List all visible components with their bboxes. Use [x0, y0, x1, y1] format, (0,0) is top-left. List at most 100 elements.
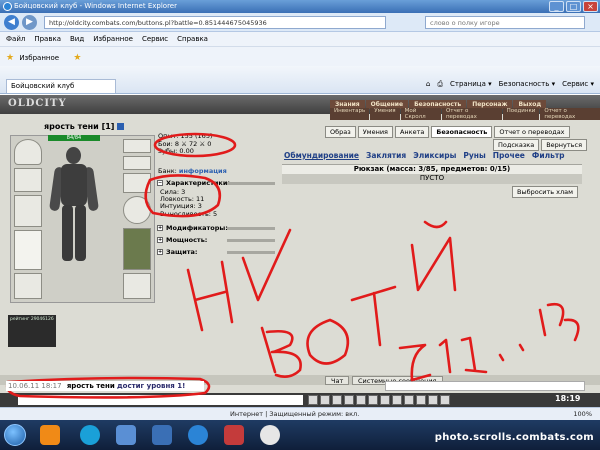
- cmd-safety[interactable]: Безопасность ▾: [499, 80, 555, 89]
- tab-spells[interactable]: Заклятия: [366, 151, 406, 163]
- chat-message-input[interactable]: [18, 395, 303, 405]
- armor-slot[interactable]: [14, 230, 42, 270]
- shield-slot[interactable]: [123, 196, 151, 224]
- earrings-slot[interactable]: [123, 139, 151, 153]
- return-button[interactable]: Вернуться: [541, 139, 588, 151]
- toolbar-icon[interactable]: [356, 395, 366, 405]
- toolbar-icon[interactable]: [368, 395, 378, 405]
- media-icon[interactable]: [260, 425, 280, 445]
- home-icon[interactable]: ⌂: [426, 80, 430, 89]
- section-modifiers[interactable]: + Модификаторы:: [157, 224, 275, 232]
- toolbar-icon[interactable]: [380, 395, 390, 405]
- bank-row: Банк: информация: [158, 167, 227, 175]
- taskbar-app-icon[interactable]: [40, 425, 60, 445]
- expand-icon[interactable]: +: [157, 249, 163, 255]
- chat-player-name[interactable]: ярость тени: [67, 382, 115, 390]
- nav2-transfers-2[interactable]: Отчет о переводах: [540, 108, 600, 120]
- favorites-star-icon[interactable]: ★: [6, 53, 14, 63]
- boots-slot[interactable]: [123, 273, 151, 299]
- game-header: OLDCITY Знания Общение Безопасность Перс…: [0, 95, 600, 120]
- section-characteristics-label: Характеристики:: [166, 179, 230, 187]
- ie-logo-icon: [3, 2, 12, 11]
- maximize-button[interactable]: □: [566, 1, 581, 12]
- section-power[interactable]: + Мощность:: [157, 236, 275, 244]
- favorites-button[interactable]: Избранное: [19, 54, 59, 62]
- tab-filter[interactable]: Фильтр: [532, 151, 565, 163]
- taskbar-app-icon[interactable]: [116, 425, 136, 445]
- tab-equipment[interactable]: Обмундирование: [284, 151, 359, 163]
- character-stats: Опыт: 155 (165) Бои: 8 ⚔ 72 ⚔ 0 Зубы: 0.…: [158, 132, 278, 156]
- search-input[interactable]: слово о полку игоре: [425, 16, 585, 29]
- add-favorite-icon[interactable]: ★: [73, 53, 81, 63]
- chat-time: 10.06.11 18:17: [8, 382, 62, 390]
- cmd-tools[interactable]: Сервис ▾: [562, 80, 594, 89]
- chat-log-line: 10.06.11 18:17 ярость тени достиг уровня…: [6, 381, 204, 391]
- toolbar-icon[interactable]: [440, 395, 450, 405]
- nav2-transfers[interactable]: Отчет о переводах: [441, 108, 502, 120]
- collapse-icon[interactable]: −: [157, 180, 163, 186]
- skype-icon[interactable]: [80, 425, 100, 445]
- menu-favorites[interactable]: Избранное: [93, 35, 133, 46]
- toolbar-icon[interactable]: [428, 395, 438, 405]
- ie-icon[interactable]: [188, 425, 208, 445]
- minimize-button[interactable]: _: [549, 1, 564, 12]
- nav2-battles[interactable]: Поединки: [502, 108, 540, 120]
- start-button[interactable]: [4, 424, 26, 446]
- profile-button[interactable]: Анкета: [394, 126, 430, 138]
- address-input[interactable]: http://oldcity.combats.com/buttons.pl?ba…: [44, 16, 386, 29]
- browser-tab[interactable]: Бойцовский клуб: [6, 79, 116, 93]
- print-icon[interactable]: ⎙: [437, 80, 443, 89]
- section-defense[interactable]: + Защита:: [157, 248, 275, 256]
- toolbar-icon[interactable]: [320, 395, 330, 405]
- tab-other[interactable]: Прочее: [493, 151, 525, 163]
- pants-slot[interactable]: [123, 228, 151, 270]
- toolbar-icon[interactable]: [308, 395, 318, 405]
- bracer-slot[interactable]: [14, 168, 42, 192]
- hint-button[interactable]: Подсказка: [493, 139, 540, 151]
- gloves-slot[interactable]: [14, 273, 42, 299]
- section-characteristics[interactable]: − Характеристики:: [157, 179, 275, 187]
- toolbar-icon[interactable]: [332, 395, 342, 405]
- close-button[interactable]: ×: [583, 1, 598, 12]
- weapon-slot[interactable]: [14, 195, 42, 227]
- ie-status-bar: Интернет | Защищенный режим: вкл. 100%: [0, 407, 600, 420]
- menu-edit[interactable]: Правка: [34, 35, 61, 46]
- necklace-slot[interactable]: [123, 156, 151, 170]
- nav2-scroll[interactable]: Мой Скролл: [400, 108, 441, 120]
- bank-info-link[interactable]: информация: [179, 167, 227, 175]
- menu-tools[interactable]: Сервис: [142, 35, 168, 46]
- nav2-inventory[interactable]: Инвентарь: [330, 108, 370, 120]
- tab-chat[interactable]: Чат: [325, 376, 350, 385]
- transfer-report-button[interactable]: Отчет о переводах: [494, 126, 570, 138]
- nav2-skills[interactable]: Умения: [370, 108, 400, 120]
- menu-file[interactable]: Файл: [6, 35, 25, 46]
- expand-icon[interactable]: +: [157, 225, 163, 231]
- tab-row: Бойцовский клуб ⌂ ⎙ Страница ▾ Безопасно…: [0, 66, 600, 94]
- toolbar-icon[interactable]: [344, 395, 354, 405]
- toolbar-icon[interactable]: [404, 395, 414, 405]
- forward-arrow-icon[interactable]: ▶: [22, 15, 37, 30]
- skills-button[interactable]: Умения: [357, 126, 393, 138]
- stat-teeth: Зубы: 0.00: [158, 147, 194, 155]
- backpack-empty-label: ПУСТО: [282, 174, 582, 184]
- appearance-button[interactable]: Образ: [325, 126, 356, 138]
- game-client-icon[interactable]: [224, 425, 244, 445]
- throw-junk-button[interactable]: Выбросить хлам: [512, 186, 579, 198]
- menu-view[interactable]: Вид: [70, 35, 84, 46]
- menu-help[interactable]: Справка: [177, 35, 208, 46]
- toolbar-icon[interactable]: [392, 395, 402, 405]
- tab-elixirs[interactable]: Эликсиры: [413, 151, 456, 163]
- helmet-slot[interactable]: [14, 139, 42, 165]
- tab-runes[interactable]: Руны: [463, 151, 485, 163]
- folder-icon[interactable]: [152, 425, 172, 445]
- rings-slot[interactable]: [123, 173, 151, 193]
- zoom-level[interactable]: 100%: [573, 410, 592, 418]
- security-button[interactable]: Безопасность: [431, 126, 493, 138]
- back-arrow-icon[interactable]: ◀: [4, 15, 19, 30]
- expand-icon[interactable]: +: [157, 237, 163, 243]
- toolbar-icon[interactable]: [416, 395, 426, 405]
- character-figure: [48, 145, 100, 265]
- cmd-page[interactable]: Страница ▾: [450, 80, 492, 89]
- rating-badge: рейтинг 29046126: [8, 315, 56, 347]
- info-icon[interactable]: [117, 123, 125, 130]
